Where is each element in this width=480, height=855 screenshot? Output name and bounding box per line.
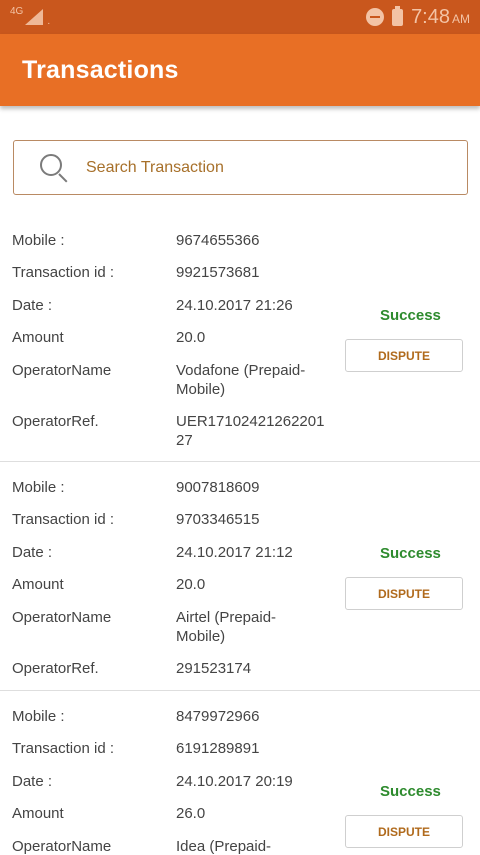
network-type: 4G xyxy=(10,5,24,17)
amount-value: 20.0 xyxy=(176,329,206,346)
date-value: 24.10.2017 21:26 xyxy=(176,297,293,314)
clock: 7:48 AM xyxy=(411,6,470,29)
date-label: Date : xyxy=(12,773,53,790)
transaction-id-value: 9703346515 xyxy=(176,511,260,528)
mobile-label: Mobile : xyxy=(12,708,65,725)
transaction-list: Mobile : 9674655366 Transaction id : 992… xyxy=(0,216,480,855)
operator-name-value: Idea (Prepaid- xyxy=(176,838,272,855)
clock-ampm: AM xyxy=(452,11,470,26)
mobile-value: 8479972966 xyxy=(176,708,260,725)
dispute-button[interactable]: DISPUTE xyxy=(345,815,463,848)
operator-ref-value: UER1710242126220127 xyxy=(176,413,325,449)
dispute-button[interactable]: DISPUTE xyxy=(345,577,463,610)
status-bar: 4G . 7:48 AM xyxy=(0,0,480,34)
date-label: Date : xyxy=(12,297,53,314)
app-bar: Transactions xyxy=(0,34,480,106)
status-badge: Success xyxy=(380,783,441,800)
operator-ref-label: OperatorRef. xyxy=(12,660,99,677)
dispute-button[interactable]: DISPUTE xyxy=(345,339,463,372)
date-value: 24.10.2017 20:19 xyxy=(176,773,293,790)
amount-value: 20.0 xyxy=(176,576,206,593)
status-badge: Success xyxy=(380,545,441,562)
transaction-card: Mobile : 9674655366 Transaction id : 992… xyxy=(0,216,480,462)
transaction-id-label: Transaction id : xyxy=(12,511,114,528)
transaction-id-value: 9921573681 xyxy=(176,264,260,281)
transaction-card: Mobile : 9007818609 Transaction id : 970… xyxy=(0,462,480,691)
amount-label: Amount xyxy=(12,329,64,346)
operator-name-label: OperatorName xyxy=(12,838,112,855)
amount-value: 26.0 xyxy=(176,805,206,822)
amount-label: Amount xyxy=(12,576,64,593)
transaction-id-label: Transaction id : xyxy=(12,740,114,757)
operator-name-value: Vodafone (Prepaid-Mobile) xyxy=(176,362,306,398)
mobile-label: Mobile : xyxy=(12,479,65,496)
battery-icon xyxy=(392,5,404,26)
search-placeholder: Search Transaction xyxy=(86,158,224,176)
status-right: 7:48 AM xyxy=(366,5,470,29)
transaction-id-value: 6191289891 xyxy=(176,740,260,757)
clock-time: 7:48 xyxy=(411,5,450,28)
mobile-value: 9007818609 xyxy=(176,479,260,496)
operator-ref-value: 291523174 xyxy=(176,660,252,677)
signal-dot-icon: . xyxy=(47,15,51,27)
search-icon xyxy=(39,153,69,183)
page-title: Transactions xyxy=(22,55,179,84)
transaction-id-label: Transaction id : xyxy=(12,264,114,281)
search-input[interactable]: Search Transaction xyxy=(13,140,468,195)
operator-name-value: Airtel (Prepaid-Mobile) xyxy=(176,609,277,645)
signal-icon xyxy=(25,9,44,25)
amount-label: Amount xyxy=(12,805,64,822)
status-left: 4G . xyxy=(10,5,51,27)
do-not-disturb-icon xyxy=(366,8,385,26)
operator-name-label: OperatorName xyxy=(12,362,112,379)
date-label: Date : xyxy=(12,544,53,561)
mobile-value: 9674655366 xyxy=(176,232,260,249)
operator-name-label: OperatorName xyxy=(12,609,112,626)
mobile-label: Mobile : xyxy=(12,232,65,249)
date-value: 24.10.2017 21:12 xyxy=(176,544,293,561)
transaction-card: Mobile : 8479972966 Transaction id : 619… xyxy=(0,691,480,855)
status-badge: Success xyxy=(380,307,441,324)
operator-ref-label: OperatorRef. xyxy=(12,413,99,430)
